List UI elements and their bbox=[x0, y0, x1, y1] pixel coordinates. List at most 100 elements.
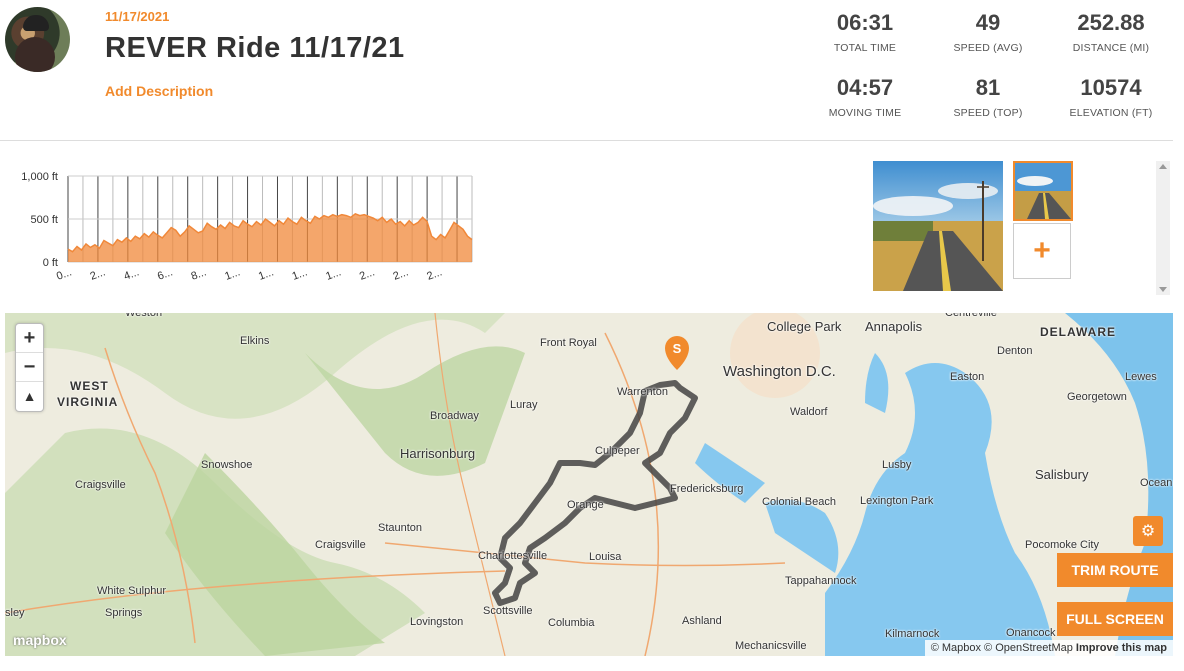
map-place-label: Weston bbox=[125, 313, 163, 319]
map-place-label: Lexington Park bbox=[860, 495, 934, 507]
stat-total-time: 06:31 TOTAL TIME bbox=[805, 10, 925, 54]
scroll-up-icon[interactable] bbox=[1159, 164, 1167, 169]
map-place-label: Snowshoe bbox=[201, 459, 253, 471]
start-marker-label: S bbox=[673, 341, 682, 356]
x-tick-label: 2... bbox=[358, 266, 376, 283]
improve-map-link[interactable]: Improve this map bbox=[1076, 642, 1167, 654]
map-place-label: Washington D.C. bbox=[723, 363, 836, 380]
map-place-label: Tappahannock bbox=[785, 575, 857, 587]
map-place-label: White Sulphur bbox=[97, 585, 167, 597]
map-place-label: Harrisonburg bbox=[400, 446, 476, 461]
elevation-chart-svg: 1,000 ft500 ft0 ft 0... 2... 4... 6... 8... 1… bbox=[21, 171, 473, 283]
route-path[interactable] bbox=[492, 380, 698, 606]
map-place-label: Annapolis bbox=[865, 319, 923, 334]
map-attribution: © Mapbox © OpenStreetMap Improve this ma… bbox=[924, 640, 1173, 656]
stat-speed-top: 81 SPEED (TOP) bbox=[928, 75, 1048, 119]
ride-date: 11/17/2021 bbox=[105, 9, 170, 24]
map-place-label: Springs bbox=[105, 607, 143, 619]
map-place-label: DELAWARE bbox=[1040, 325, 1117, 339]
stat-label: ELEVATION (FT) bbox=[1069, 107, 1153, 119]
attribution-text[interactable]: © Mapbox © OpenStreetMap bbox=[931, 642, 1073, 654]
stat-value: 06:31 bbox=[836, 10, 894, 35]
stat-value: 49 bbox=[975, 10, 1001, 35]
map-place-label: Broadway bbox=[430, 410, 479, 422]
elevation-chart[interactable]: 1,000 ft 500 ft 0 ft 0... 2... 4... 6... 8... 1… bbox=[0, 160, 480, 290]
map-place-label: Mechanicsville bbox=[735, 640, 807, 652]
map-place-label: Salisbury bbox=[1035, 467, 1089, 482]
x-tick-label: 8... bbox=[190, 266, 208, 283]
x-tick-label: 6... bbox=[156, 266, 174, 283]
map-place-label: WEST bbox=[70, 379, 109, 393]
map-place-label: College Park bbox=[767, 319, 842, 334]
ride-title[interactable]: REVER Ride 11/17/21 bbox=[105, 32, 405, 65]
map-place-label: VIRGINIA bbox=[57, 395, 119, 409]
filter-icon[interactable]: ⚙ bbox=[1133, 516, 1163, 546]
map-place-label: Elkins bbox=[240, 335, 270, 347]
photo-thumbnail[interactable] bbox=[1013, 161, 1073, 221]
x-tick-label: 2... bbox=[425, 266, 443, 283]
x-tick-label: 2... bbox=[89, 266, 107, 283]
route-map[interactable]: S Weston Elkins WEST VIRGINIA Front Royal Col… bbox=[5, 313, 1173, 656]
stat-distance: 252.88 DISTANCE (MI) bbox=[1051, 10, 1171, 54]
stat-label: TOTAL TIME bbox=[833, 42, 897, 54]
ride-header: 11/17/2021 REVER Ride 11/17/21 Add Descr… bbox=[0, 0, 1184, 140]
user-avatar[interactable] bbox=[5, 7, 70, 72]
map-place-label: Georgetown bbox=[1067, 391, 1127, 403]
zoom-in-button[interactable]: + bbox=[16, 324, 43, 353]
avatar-helmet bbox=[23, 15, 49, 31]
x-tick-label: 1... bbox=[291, 266, 309, 283]
map-place-label: Lewes bbox=[1125, 371, 1157, 383]
add-description-link[interactable]: Add Description bbox=[105, 83, 213, 99]
map-place-label: Craigsville bbox=[315, 539, 366, 551]
map-background: S bbox=[5, 313, 1173, 656]
map-place-label: Kilmarnock bbox=[885, 628, 940, 640]
map-place-label: Waldorf bbox=[790, 406, 828, 418]
map-place-label: Centreville bbox=[945, 313, 997, 319]
map-place-label: Craigsville bbox=[75, 479, 126, 491]
y-tick-label: 1,000 ft bbox=[21, 171, 58, 183]
map-place-label: Ashland bbox=[682, 615, 722, 627]
full-screen-button[interactable]: FULL SCREEN bbox=[1057, 602, 1173, 636]
zoom-out-button[interactable]: − bbox=[16, 353, 43, 382]
gallery-scrollbar[interactable] bbox=[1156, 161, 1170, 295]
map-place-label: Louisa bbox=[589, 551, 622, 563]
map-place-label: Staunton bbox=[378, 522, 423, 534]
trim-route-button[interactable]: TRIM ROUTE bbox=[1057, 553, 1173, 587]
x-tick-label: 1... bbox=[257, 266, 275, 283]
x-tick-label: 1... bbox=[324, 266, 342, 283]
map-place-label: Scottsville bbox=[483, 605, 533, 617]
map-place-label: Easton bbox=[950, 371, 985, 383]
stat-label: SPEED (AVG) bbox=[953, 42, 1023, 54]
stat-label: MOVING TIME bbox=[828, 107, 902, 119]
avatar-body bbox=[15, 37, 55, 72]
stat-elevation: 10574 ELEVATION (FT) bbox=[1051, 75, 1171, 119]
stat-value: 04:57 bbox=[836, 75, 894, 100]
x-tick-label: 2... bbox=[392, 266, 410, 283]
stat-value: 10574 bbox=[1080, 75, 1142, 100]
map-place-label: Warrenton bbox=[617, 386, 668, 398]
photo-main[interactable] bbox=[873, 161, 1003, 291]
mapbox-logo[interactable]: mapbox bbox=[13, 632, 67, 648]
y-tick-label: 0 ft bbox=[43, 257, 58, 269]
zoom-controls: + − ▲ bbox=[15, 323, 44, 412]
add-photo-button[interactable]: + bbox=[1013, 223, 1071, 279]
map-place-label: Lovingston bbox=[410, 616, 464, 628]
map-place-label: Onancock bbox=[1006, 627, 1056, 639]
map-place-label: Lusby bbox=[882, 459, 912, 471]
scroll-down-icon[interactable] bbox=[1159, 287, 1167, 292]
map-place-label: Fredericksburg bbox=[670, 483, 744, 495]
map-place-label: Culpeper bbox=[595, 445, 640, 457]
stat-speed-avg: 49 SPEED (AVG) bbox=[928, 10, 1048, 54]
header-divider bbox=[0, 140, 1173, 141]
map-place-label: Orange bbox=[567, 499, 604, 511]
y-tick-label: 500 ft bbox=[30, 214, 58, 226]
compass-button[interactable]: ▲ bbox=[16, 382, 43, 411]
elevation-area bbox=[68, 213, 472, 262]
map-place-label: Front Royal bbox=[540, 337, 597, 349]
stat-label: DISTANCE (MI) bbox=[1072, 42, 1150, 54]
x-tick-label: 4... bbox=[122, 266, 140, 283]
stat-value: 81 bbox=[975, 75, 1001, 100]
map-place-label: Denton bbox=[997, 345, 1033, 357]
map-place-label: Pocomoke City bbox=[1025, 539, 1099, 551]
map-place-label: Columbia bbox=[548, 617, 595, 629]
